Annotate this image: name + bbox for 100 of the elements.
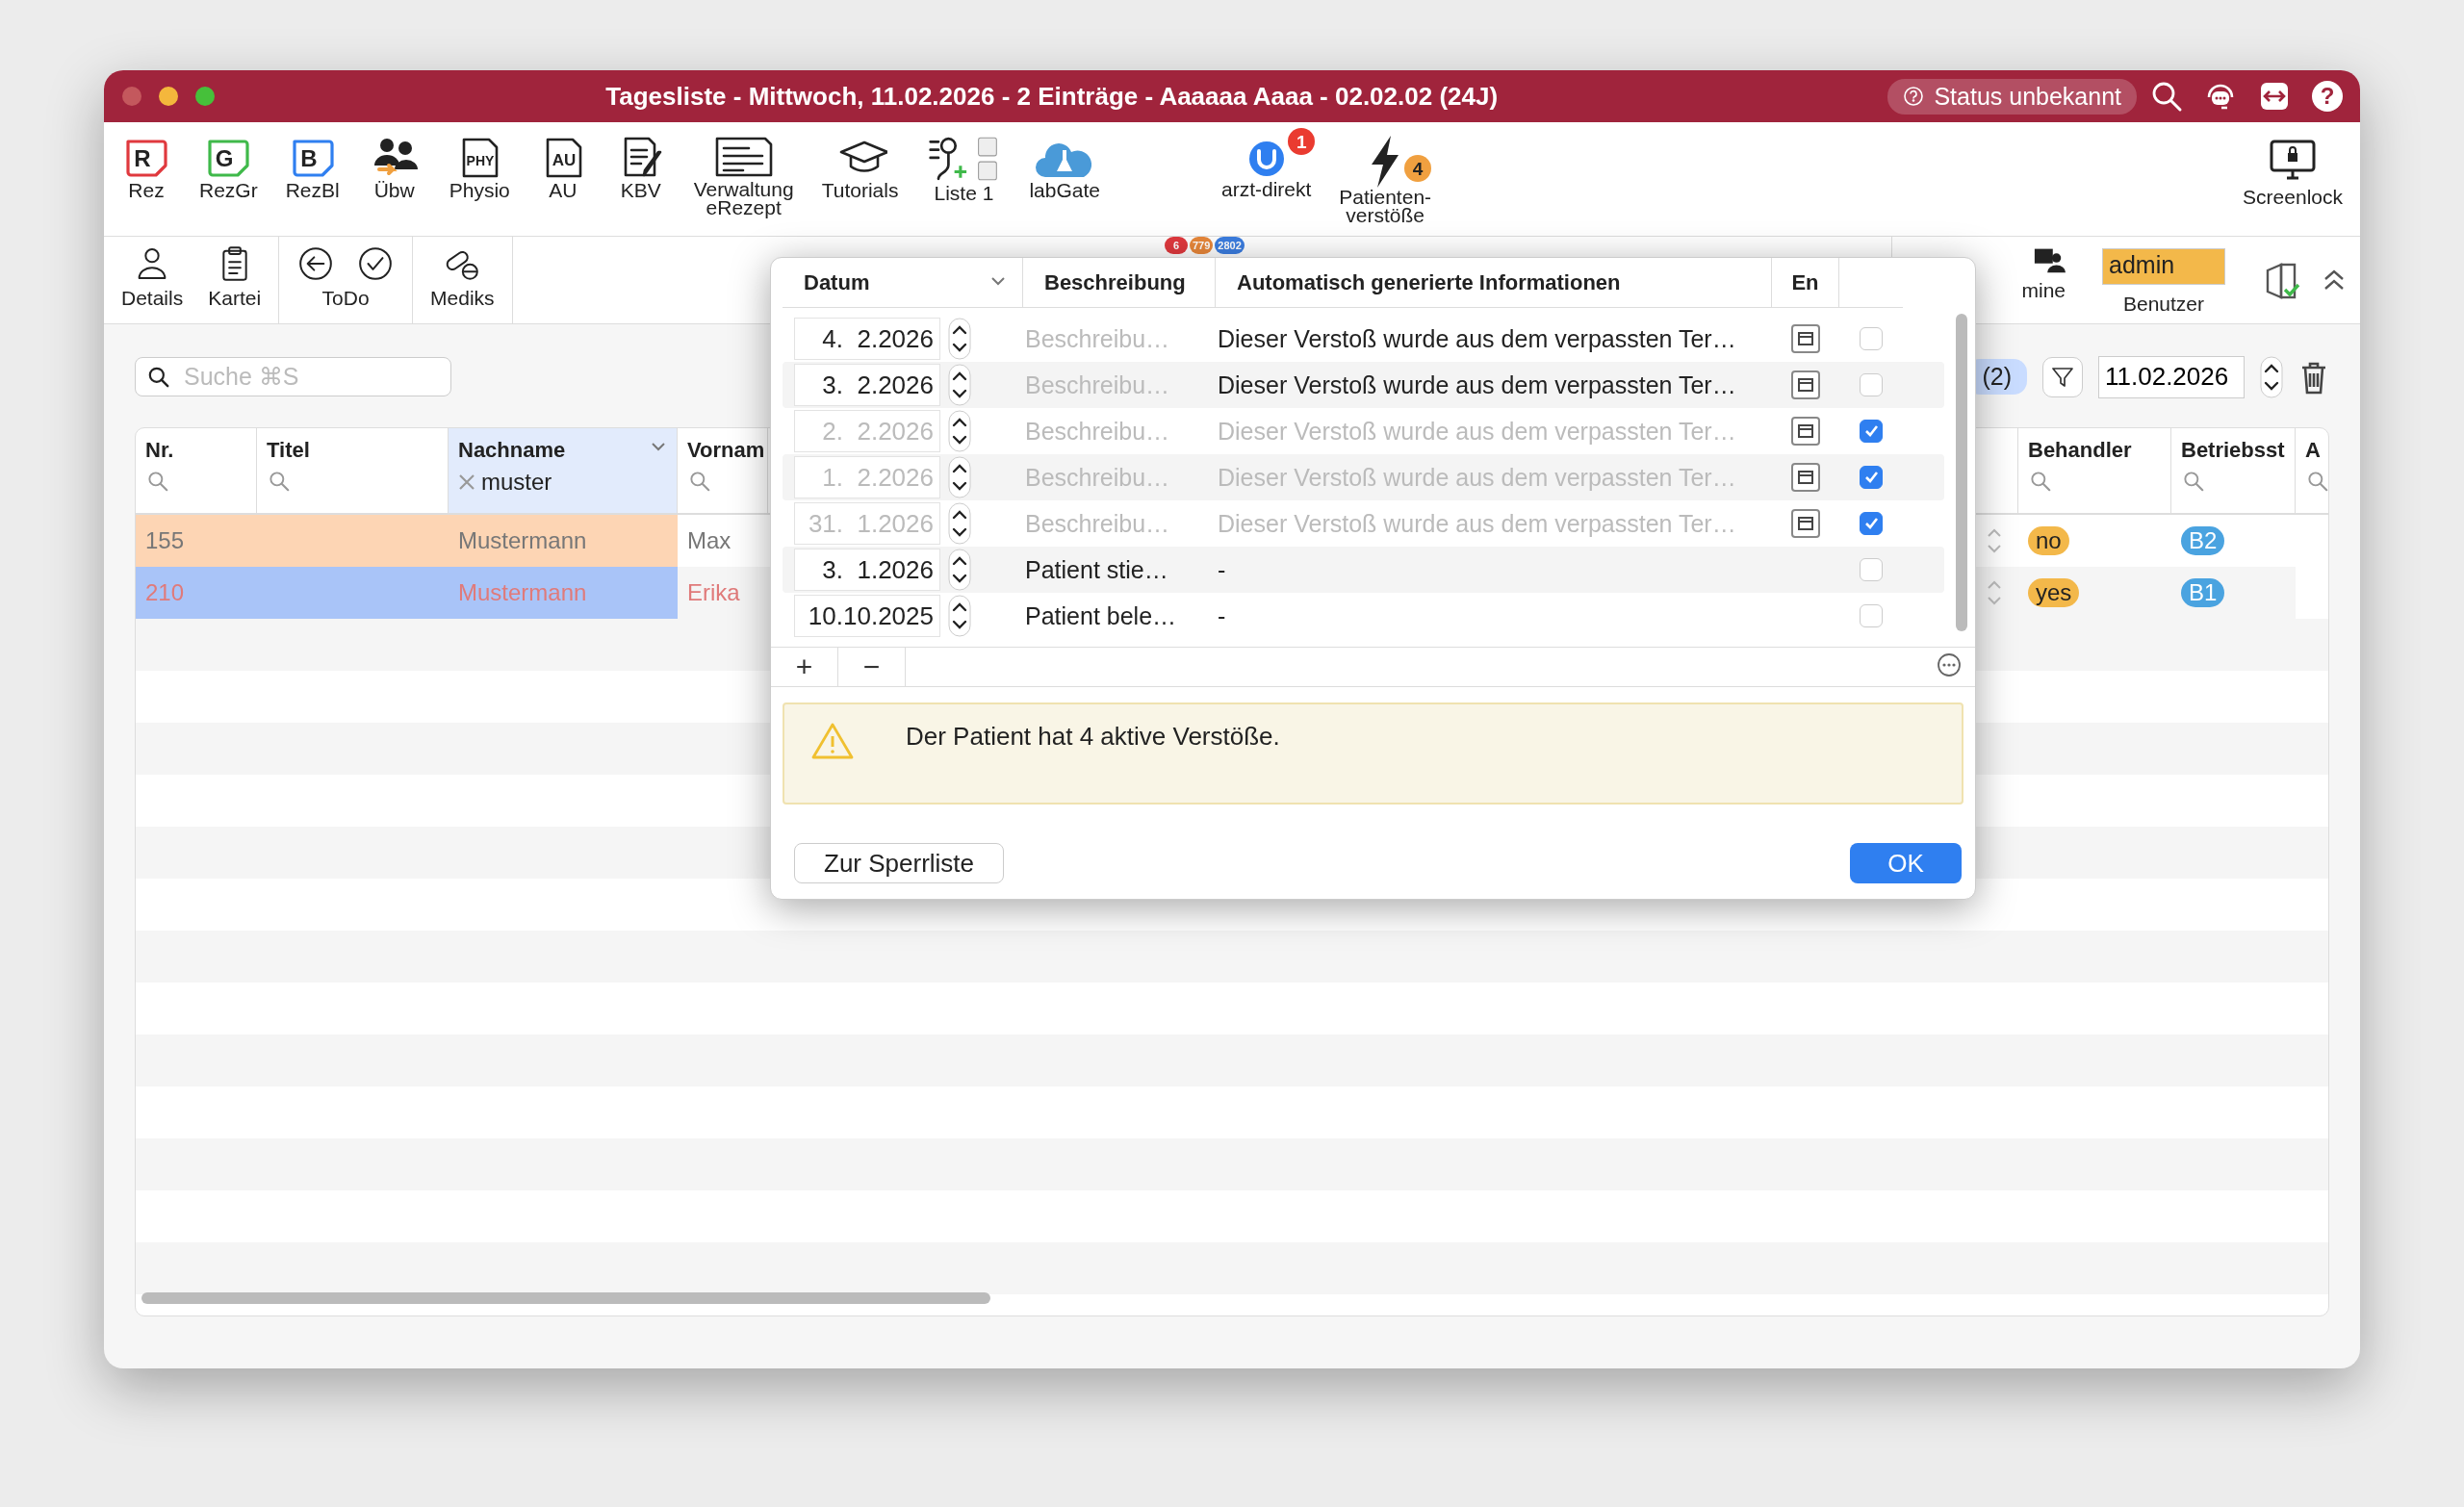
stepper-icon (948, 318, 971, 360)
column-header[interactable]: Automatisch generierte Informationen (1216, 258, 1772, 308)
checkbox[interactable] (1860, 420, 1883, 443)
status-tag: no (2028, 526, 2069, 555)
toolbar-button[interactable]: Tutorials (813, 122, 907, 236)
column-header[interactable]: Vornam (678, 428, 768, 515)
checkmark-icon (1863, 470, 1879, 485)
filter-search-icon (145, 469, 170, 494)
toolbar-button[interactable]: Kartei (204, 244, 266, 323)
user-field[interactable]: admin (2102, 248, 2225, 285)
toolbar-button[interactable]: B RezBl (277, 122, 347, 236)
blocklist-button[interactable]: Zur Sperrliste (794, 843, 1005, 883)
table-cell-text: Max (686, 526, 732, 555)
status-tag: yes (2028, 578, 2080, 607)
minimize-icon (158, 86, 179, 107)
description-field[interactable]: Patient stie… (1023, 555, 1216, 584)
clear-icon (458, 473, 475, 491)
info-text: Dieser Verstoß wurde aus dem verpassten Ter… (1217, 370, 1737, 399)
count-badge: 2802 (1215, 237, 1245, 254)
info-text: - (1217, 601, 1227, 630)
toolbar-button[interactable]: Screenlock (2235, 122, 2350, 236)
toolbar-button[interactable]: Mediks (426, 244, 499, 323)
date-field[interactable]: 3. 1.2026 (794, 549, 940, 591)
date-field[interactable]: 10.10.2025 (794, 595, 940, 637)
alert-text: Der Patient hat 4 aktive Verstöße. (906, 722, 1280, 752)
toolbar-button[interactable]: KBV (607, 122, 674, 236)
toolbar-button[interactable]: R Rez (114, 122, 179, 236)
column-header[interactable]: En (1772, 258, 1839, 308)
search-icon (2150, 80, 2183, 113)
checkbox[interactable] (1860, 327, 1883, 350)
warning-icon (811, 722, 854, 760)
table-cell: Mustermann (449, 567, 678, 619)
date-field[interactable]: 11.02.2026 (2098, 355, 2245, 398)
notification-badge: 1 (1288, 128, 1316, 155)
notification-badge: 4 (1404, 155, 1432, 182)
filter-search-icon (687, 469, 712, 494)
location-tag: B1 (2181, 578, 2225, 607)
table-cell: Erika (678, 567, 768, 619)
info-text: Dieser Verstoß wurde aus dem verpassten Ter… (1217, 417, 1737, 446)
checkbox[interactable] (1860, 558, 1883, 581)
description-field[interactable]: Patient bele… (1023, 601, 1216, 630)
filter-search-icon (2305, 469, 2328, 494)
toolbar-button[interactable]: G RezGr (192, 122, 266, 236)
toolbar-button[interactable]: ToDo (293, 244, 399, 323)
date-field[interactable]: 3. 2.2026 (794, 364, 940, 406)
table-cell: 155 (136, 515, 257, 567)
toolbar-button[interactable]: Verwaltung eRezept (685, 122, 802, 236)
count-badge: 6 (1165, 237, 1188, 254)
toolbar-button[interactable]: AU AU (529, 122, 596, 236)
ok-button[interactable]: OK (1850, 843, 1962, 883)
checkmark-icon (1863, 423, 1879, 439)
column-header[interactable]: Datum (783, 258, 1023, 308)
column-header[interactable]: Beschreibung (1023, 258, 1216, 308)
toolbar-button[interactable]: Übw (359, 122, 429, 236)
scrollbar[interactable] (1956, 314, 1967, 631)
funnel-icon (2051, 365, 2074, 389)
more-icon (1937, 652, 1962, 677)
checkbox[interactable] (1860, 512, 1883, 535)
column-header[interactable]: A (2296, 428, 2328, 515)
calendar-icon (1790, 416, 1821, 447)
search-field[interactable]: Suche ⌘S (135, 357, 451, 396)
close-icon (121, 86, 142, 107)
sort-arrows-icon (1986, 526, 2003, 555)
checkbox[interactable] (1860, 466, 1883, 489)
toolbar-button[interactable]: PHY Physio (441, 122, 518, 236)
zoom-icon (194, 86, 216, 107)
stepper-icon (2260, 355, 2283, 398)
stepper-icon (948, 595, 971, 637)
calendar-icon (1790, 462, 1821, 493)
info-text: Dieser Verstoß wurde aus dem verpassten Ter… (1217, 324, 1737, 353)
remove-button[interactable]: − (838, 648, 906, 686)
sort-arrows-icon (1986, 578, 2003, 607)
toolbar-button[interactable]: mine (1892, 237, 2085, 323)
column-header[interactable]: Behandler (2018, 428, 2171, 515)
filter-button[interactable] (2042, 356, 2083, 397)
add-button[interactable]: + (771, 648, 838, 686)
column-header[interactable]: Betriebsst (2171, 428, 2296, 515)
search-icon (146, 365, 171, 390)
info-text: - (1217, 555, 1227, 584)
toolbar-button[interactable]: arzt-direkt 1 (1213, 122, 1320, 236)
table-cell: 210 (136, 567, 257, 619)
toolbar-button[interactable]: labGate (1021, 122, 1108, 236)
status-button[interactable]: Status unbekannt (1887, 78, 2137, 115)
calendar-icon (1790, 370, 1821, 400)
date-field[interactable]: 4. 2.2026 (794, 318, 940, 360)
scrollbar[interactable] (141, 1292, 990, 1304)
help-button[interactable]: ? (2312, 81, 2343, 112)
filter-search-icon (267, 469, 292, 494)
toolbar-button[interactable]: Details (117, 244, 188, 323)
toolbar-button[interactable]: Patienten- verstöße 4 (1331, 122, 1440, 236)
checkbox[interactable] (1860, 604, 1883, 627)
toolbar-button[interactable]: Liste 1 (918, 122, 1010, 236)
column-header[interactable]: Nachname muster (449, 428, 678, 515)
filter-search-icon (2028, 469, 2053, 494)
stepper-icon (948, 502, 971, 545)
question-circle-icon (1903, 86, 1925, 107)
checkbox[interactable] (1860, 373, 1883, 396)
stepper-icon (948, 410, 971, 452)
info-text: Dieser Verstoß wurde aus dem verpassten Ter… (1217, 463, 1737, 492)
table-cell: Mustermann (449, 515, 678, 567)
